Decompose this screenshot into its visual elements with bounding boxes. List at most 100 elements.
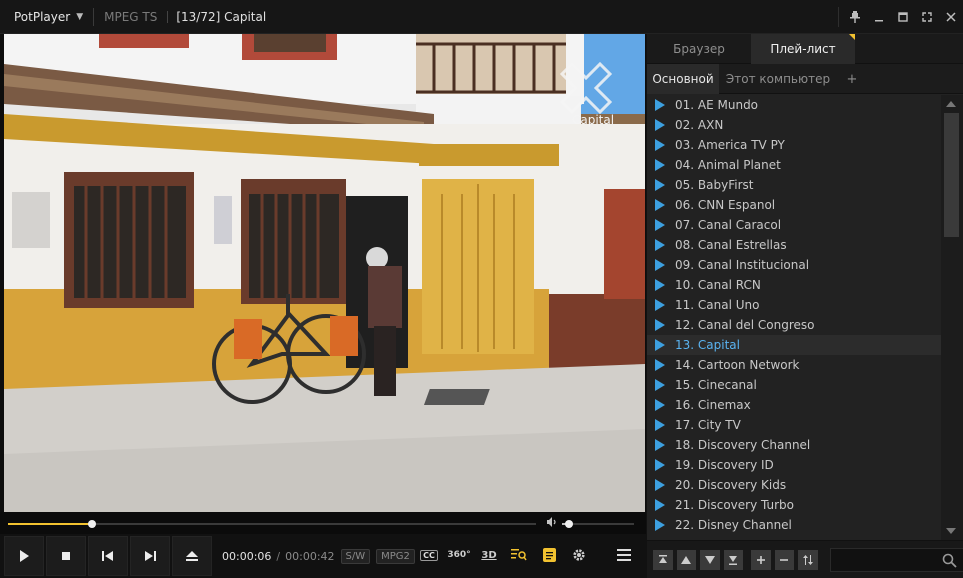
hamburger-bar	[617, 554, 631, 556]
codec-badge[interactable]: MPG2	[376, 548, 415, 564]
playlist-item[interactable]: 03. America TV PY	[647, 135, 941, 155]
playlist-icon	[542, 548, 556, 562]
playlist-toggle-button[interactable]	[534, 542, 564, 568]
subtitle-button[interactable]: CC	[414, 542, 444, 568]
close-icon[interactable]	[939, 5, 963, 29]
window-controls	[838, 0, 963, 34]
playlist-item[interactable]: 01. AE Mundo	[647, 95, 941, 115]
next-icon	[145, 551, 156, 561]
maximize-icon[interactable]	[891, 5, 915, 29]
playlist-item[interactable]: 08. Canal Estrellas	[647, 235, 941, 255]
playlist-search-button[interactable]	[504, 542, 534, 568]
feature-buttons: CC 360° 3D	[414, 542, 594, 568]
play-icon	[655, 479, 665, 491]
playlist-item[interactable]: 19. Discovery ID	[647, 455, 941, 475]
playlist-item-label: 21. Discovery Turbo	[675, 498, 795, 512]
playlist-item[interactable]: 12. Canal del Congreso	[647, 315, 941, 335]
playlist-item[interactable]: 10. Canal RCN	[647, 275, 941, 295]
playlist-item-label: 05. BabyFirst	[675, 178, 754, 192]
move-top-icon	[658, 554, 667, 563]
move-top-button[interactable]	[653, 549, 673, 570]
tab-browser[interactable]: Браузер	[647, 34, 751, 64]
playlist-item[interactable]: 13. Capital	[647, 335, 941, 355]
play-icon	[655, 179, 665, 191]
eject-icon	[186, 551, 198, 561]
playlist-item[interactable]: 18. Discovery Channel	[647, 435, 941, 455]
previous-button[interactable]	[88, 536, 128, 576]
main-menu-button[interactable]	[610, 542, 638, 568]
playlist-item[interactable]: 05. BabyFirst	[647, 175, 941, 195]
settings-button[interactable]	[564, 542, 594, 568]
next-button[interactable]	[130, 536, 170, 576]
scroll-up-icon[interactable]	[946, 101, 956, 107]
decoder-badge[interactable]: S/W	[340, 548, 371, 564]
playlist-item[interactable]: 16. Cinemax	[647, 395, 941, 415]
add-tab-button[interactable]: +	[837, 64, 867, 94]
scroll-thumb[interactable]	[944, 113, 959, 237]
subtab-this-computer[interactable]: Этот компьютер	[719, 64, 837, 94]
gear-icon	[573, 549, 585, 561]
scroll-down-icon[interactable]	[946, 528, 956, 534]
play-button[interactable]	[4, 536, 44, 576]
playlist-item[interactable]: 21. Discovery Turbo	[647, 495, 941, 515]
playlist-item-label: 12. Canal del Congreso	[675, 318, 815, 332]
app-name: PotPlayer	[14, 9, 71, 24]
playlist-search-input[interactable]	[830, 548, 941, 571]
stop-button[interactable]	[46, 536, 86, 576]
playlist-item[interactable]: 17. City TV	[647, 415, 941, 435]
play-icon	[655, 139, 665, 151]
playlist-item[interactable]: 02. AXN	[647, 115, 941, 135]
add-item-button[interactable]	[751, 549, 771, 570]
play-icon	[655, 339, 665, 351]
playlist-item[interactable]: 06. CNN Espanol	[647, 195, 941, 215]
playlist-item[interactable]: 15. Cinecanal	[647, 375, 941, 395]
playlist-item[interactable]: 22. Disney Channel	[647, 515, 941, 535]
sort-button[interactable]	[798, 549, 818, 570]
playlist-item-label: 18. Discovery Channel	[675, 438, 811, 452]
playlist-item[interactable]: 11. Canal Uno	[647, 295, 941, 315]
play-icon	[655, 259, 665, 271]
volume-handle[interactable]	[565, 520, 574, 528]
seek-progress	[8, 523, 93, 525]
hamburger-bar	[617, 559, 631, 561]
playlist-item-label: 10. Canal RCN	[675, 278, 761, 292]
3d-button[interactable]: 3D	[474, 542, 504, 568]
move-up-button[interactable]	[676, 549, 696, 570]
control-bar: 00:00:06 / 00:00:42 S/W MPG2 CC 360° 3D	[0, 534, 646, 578]
playlist-search	[829, 547, 963, 572]
playlist-item[interactable]: 20. Discovery Kids	[647, 475, 941, 495]
playlist-scrollbar[interactable]	[941, 95, 963, 540]
playlist-item[interactable]: 14. Cartoon Network	[647, 355, 941, 375]
move-down-button[interactable]	[700, 549, 720, 570]
play-icon	[20, 550, 29, 562]
move-bottom-button[interactable]	[723, 549, 743, 570]
pin-icon[interactable]	[843, 5, 867, 29]
playlist-item-label: 19. Discovery ID	[675, 458, 774, 472]
playlist-item[interactable]: 09. Canal Institucional	[647, 255, 941, 275]
time-total[interactable]: 00:00:42	[285, 550, 334, 563]
seek-area	[0, 512, 646, 534]
playlist-item[interactable]: 07. Canal Caracol	[647, 215, 941, 235]
playlist-toolbar	[647, 540, 963, 578]
app-menu-button[interactable]: PotPlayer ▼	[0, 0, 93, 34]
seek-slider[interactable]	[8, 520, 536, 528]
remove-item-button[interactable]	[774, 549, 794, 570]
vr360-button[interactable]: 360°	[444, 542, 474, 568]
volume-icon[interactable]	[546, 516, 558, 531]
video-frame[interactable]: Capital	[4, 34, 645, 512]
playlist-subtabs: Основной Этот компьютер +	[647, 64, 963, 94]
stop-icon	[62, 552, 70, 560]
open-file-button[interactable]	[172, 536, 212, 576]
playlist-item[interactable]: 04. Animal Planet	[647, 155, 941, 175]
seek-handle[interactable]	[88, 520, 97, 528]
minimize-icon[interactable]	[867, 5, 891, 29]
move-down-icon	[704, 555, 715, 564]
tab-playlist[interactable]: Плей-лист	[751, 34, 855, 64]
cc-icon: CC	[420, 549, 438, 561]
subtab-main[interactable]: Основной	[647, 64, 719, 94]
time-current: 00:00:06	[222, 549, 272, 563]
search-icon[interactable]	[942, 553, 957, 568]
fullscreen-icon[interactable]	[915, 5, 939, 29]
volume-slider[interactable]	[562, 520, 634, 528]
window-controls-divider	[838, 7, 839, 27]
